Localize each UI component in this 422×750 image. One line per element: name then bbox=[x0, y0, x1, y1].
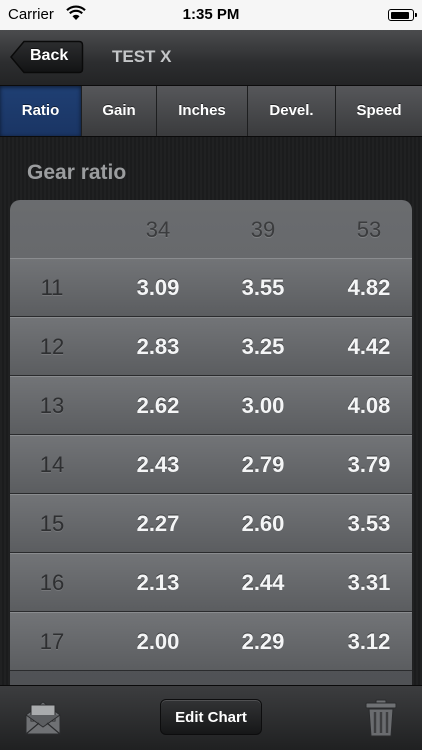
ratio-value: 2.62 bbox=[136, 393, 180, 418]
table-row: 15 2.27 2.60 3.53 bbox=[10, 494, 412, 553]
page-title: TEST X bbox=[112, 47, 172, 66]
ratio-value: 2.60 bbox=[241, 511, 285, 536]
ratio-value: 2.83 bbox=[136, 334, 180, 359]
table-row: 17 2.00 2.29 3.12 bbox=[10, 612, 412, 671]
mail-icon[interactable] bbox=[22, 698, 64, 738]
segmented-tabs: Ratio Gain Inches Devel. Speed bbox=[0, 86, 422, 137]
ratio-value: 3.00 bbox=[241, 393, 285, 418]
table-row: 11 3.09 3.55 4.82 bbox=[10, 258, 412, 317]
chainring-34-header: 34 bbox=[145, 217, 171, 242]
chainring-53-header: 53 bbox=[356, 217, 382, 242]
cog-label: 13 bbox=[39, 393, 65, 418]
section-title: Gear ratio bbox=[27, 161, 127, 184]
tab-inches[interactable]: Inches bbox=[157, 86, 248, 136]
ratio-value: 4.42 bbox=[347, 334, 391, 359]
ratio-value: 3.55 bbox=[241, 275, 285, 300]
ratio-value: 3.79 bbox=[347, 452, 391, 477]
tab-ratio[interactable]: Ratio bbox=[0, 86, 82, 136]
ratio-value: 3.25 bbox=[241, 334, 285, 359]
tab-gain[interactable]: Gain bbox=[82, 86, 157, 136]
table-row: 16 2.13 2.44 3.31 bbox=[10, 553, 412, 612]
ratio-value: 2.00 bbox=[136, 629, 180, 654]
status-time: 1:35 PM bbox=[182, 6, 240, 23]
ratio-value: 3.09 bbox=[136, 275, 180, 300]
ratio-value: 3.12 bbox=[347, 629, 391, 654]
chainring-39-header: 39 bbox=[250, 217, 276, 242]
ratio-value: 3.31 bbox=[347, 570, 391, 595]
cog-label: 16 bbox=[39, 570, 65, 595]
table-header-row: 34 39 53 bbox=[10, 200, 412, 259]
back-button[interactable]: Back bbox=[10, 40, 84, 74]
battery-icon bbox=[388, 9, 417, 21]
content-area: Gear ratio 34 39 53 11 3.09 3.55 4.82 12… bbox=[0, 137, 422, 685]
ratio-value: 3.53 bbox=[347, 511, 391, 536]
table-row: 14 2.43 2.79 3.79 bbox=[10, 435, 412, 494]
tab-development[interactable]: Devel. bbox=[248, 86, 336, 136]
back-label: Back bbox=[30, 47, 69, 64]
status-bar: Carrier 1:35 PM bbox=[0, 0, 422, 30]
trash-icon[interactable] bbox=[364, 698, 398, 738]
bottom-toolbar: Edit Chart bbox=[0, 685, 422, 750]
ratio-value: 2.29 bbox=[241, 629, 285, 654]
ratio-value: 4.08 bbox=[347, 393, 391, 418]
cog-label: 14 bbox=[39, 452, 65, 477]
tab-speed[interactable]: Speed bbox=[336, 86, 422, 136]
ratio-value: 2.13 bbox=[136, 570, 180, 595]
ratio-value: 2.79 bbox=[241, 452, 285, 477]
table-row: 13 2.62 3.00 4.08 bbox=[10, 376, 412, 435]
gear-ratio-table[interactable]: 34 39 53 11 3.09 3.55 4.82 12 2.83 3.25 … bbox=[10, 200, 412, 685]
edit-chart-button[interactable]: Edit Chart bbox=[160, 699, 262, 735]
cog-label: 15 bbox=[39, 511, 65, 536]
ratio-value: 2.44 bbox=[241, 570, 285, 595]
ratio-value: 4.82 bbox=[347, 275, 391, 300]
navigation-bar: Back TEST X bbox=[0, 30, 422, 86]
cog-label: 11 bbox=[40, 275, 64, 300]
ratio-value: 2.27 bbox=[136, 511, 180, 536]
table-row: 12 2.83 3.25 4.42 bbox=[10, 317, 412, 376]
app-screen: Carrier 1:35 PM Back TEST X Ratio Gain I… bbox=[0, 0, 422, 750]
cog-label: 17 bbox=[39, 629, 65, 654]
cog-label: 12 bbox=[39, 334, 65, 359]
ratio-value: 2.43 bbox=[136, 452, 180, 477]
